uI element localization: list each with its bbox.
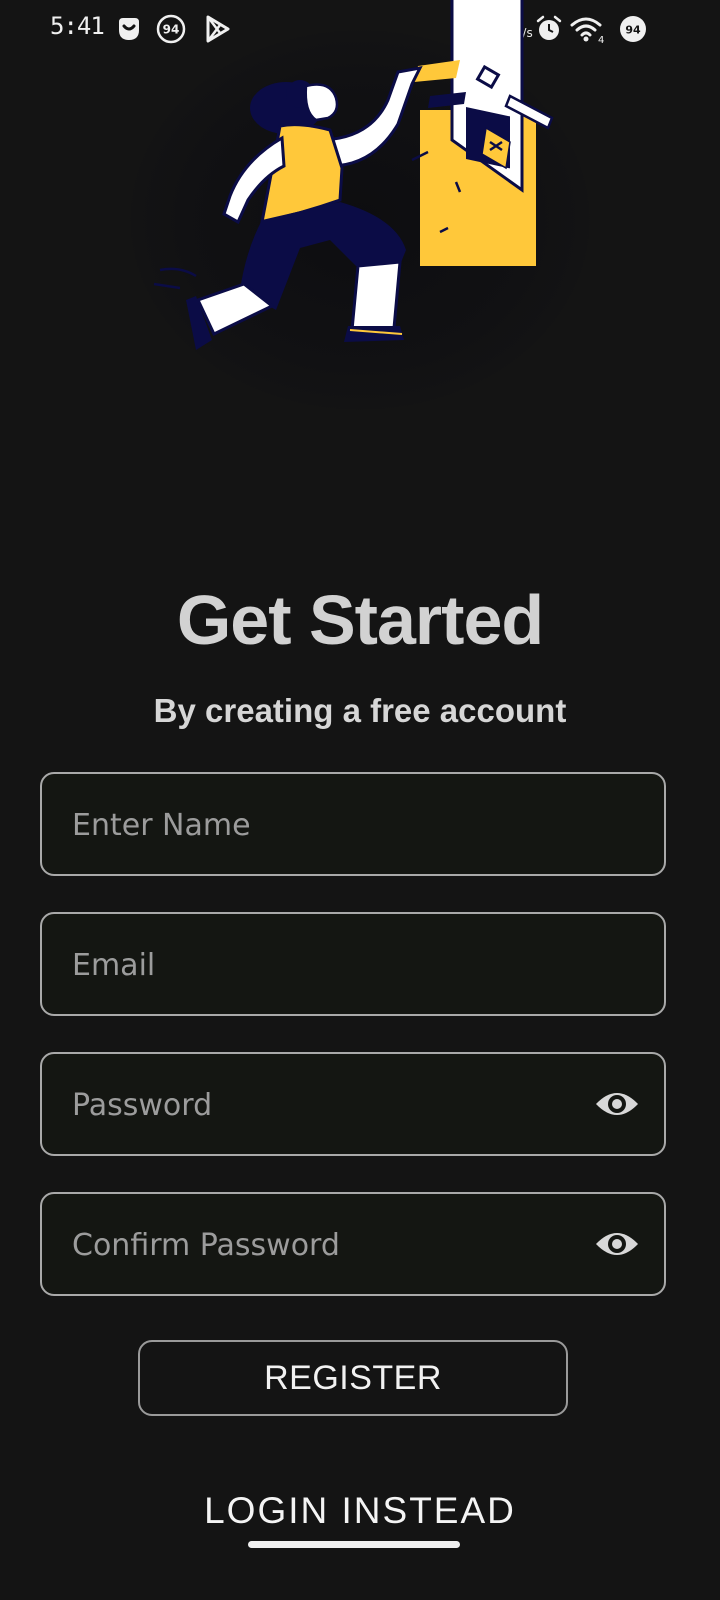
name-field[interactable] [40, 772, 666, 876]
page-subtitle: By creating a free account [153, 692, 567, 729]
register-button[interactable]: REGISTER [138, 1340, 568, 1416]
eye-icon[interactable] [594, 1086, 640, 1122]
email-field[interactable] [40, 912, 666, 1016]
email-input[interactable] [70, 914, 594, 1016]
password-input[interactable] [70, 1054, 594, 1156]
page-title: Get Started [176, 581, 544, 659]
eye-icon[interactable] [594, 1226, 640, 1262]
password-field[interactable] [40, 1052, 666, 1156]
login-instead-link[interactable]: LOGIN INSTEAD [0, 1490, 720, 1532]
hero-illustration [0, 0, 720, 420]
atm-illustration [153, 0, 554, 350]
gesture-home-bar[interactable] [248, 1541, 460, 1548]
name-input[interactable] [70, 774, 594, 876]
confirm-password-field[interactable] [40, 1192, 666, 1296]
confirm-password-input[interactable] [70, 1194, 594, 1296]
